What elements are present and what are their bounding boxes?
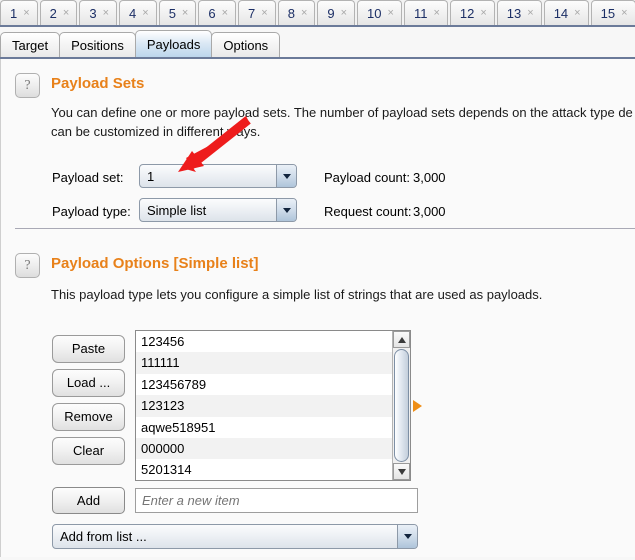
section-resize-marker-icon[interactable] <box>413 400 422 412</box>
attack-tab-label: 4 <box>129 7 136 20</box>
attack-tab-label: 14 <box>554 7 568 20</box>
close-icon[interactable]: × <box>574 8 580 19</box>
attack-tab-14[interactable]: 14 × <box>544 0 589 25</box>
attack-tab-8[interactable]: 8× <box>278 0 316 25</box>
payload-set-dropdown[interactable]: 1 <box>139 164 297 188</box>
attack-tab-11[interactable]: 11 × <box>404 0 448 25</box>
remove-button[interactable]: Remove <box>52 403 125 431</box>
tab-payloads[interactable]: Payloads <box>135 30 212 57</box>
payload-count-value: 3,000 <box>413 170 446 185</box>
close-icon[interactable]: × <box>341 8 347 19</box>
scrollbar-thumb[interactable] <box>394 349 409 462</box>
payloads-panel: ? Payload Sets You can define one or mor… <box>0 59 635 557</box>
attack-tab-5[interactable]: 5× <box>159 0 197 25</box>
attack-tab-9[interactable]: 9× <box>317 0 355 25</box>
attack-tab-label: 5 <box>169 7 176 20</box>
chevron-down-icon[interactable] <box>276 199 296 221</box>
attack-tab-4[interactable]: 4× <box>119 0 157 25</box>
payload-type-label: Payload type: <box>52 204 131 219</box>
add-from-list-dropdown[interactable]: Add from list ... <box>52 524 418 549</box>
tab-label: Options <box>223 38 268 53</box>
payload-set-label: Payload set: <box>52 170 124 185</box>
scroll-down-icon[interactable] <box>393 463 410 480</box>
close-icon[interactable]: × <box>261 8 267 19</box>
attack-tab-3[interactable]: 3× <box>79 0 117 25</box>
main-tab-bar[interactable]: Target Positions Payloads Options <box>0 29 635 59</box>
list-item[interactable]: 123123 <box>136 395 393 416</box>
attack-tab-10[interactable]: 10 × <box>357 0 402 25</box>
payload-type-dropdown[interactable]: Simple list <box>139 198 297 222</box>
tab-target[interactable]: Target <box>0 32 60 57</box>
chevron-down-icon[interactable] <box>397 525 417 548</box>
new-item-input[interactable] <box>135 488 418 513</box>
close-icon[interactable]: × <box>388 8 394 19</box>
scroll-up-icon[interactable] <box>393 331 410 348</box>
payload-type-value: Simple list <box>140 203 276 218</box>
request-count-label: Request count: <box>324 204 411 219</box>
attack-tab-7[interactable]: 7× <box>238 0 276 25</box>
list-item[interactable]: 123456789 <box>136 374 393 395</box>
close-icon[interactable]: × <box>527 8 533 19</box>
attack-tab-label: 8 <box>288 7 295 20</box>
close-icon[interactable]: × <box>142 8 148 19</box>
attack-tab-12[interactable]: 12 × <box>450 0 495 25</box>
add-button[interactable]: Add <box>52 487 125 514</box>
close-icon[interactable]: × <box>23 8 29 19</box>
payload-options-heading: Payload Options [Simple list] <box>51 255 259 272</box>
attack-tab-label: 3 <box>89 7 96 20</box>
close-icon[interactable]: × <box>301 8 307 19</box>
attack-tab-label: 11 <box>414 7 428 20</box>
close-icon[interactable]: × <box>103 8 109 19</box>
load-button[interactable]: Load ... <box>52 369 125 397</box>
tab-label: Target <box>12 38 48 53</box>
payload-set-value: 1 <box>140 169 276 184</box>
list-item[interactable]: 000000 <box>136 438 393 459</box>
payload-options-description: This payload type lets you configure a s… <box>51 285 635 304</box>
attack-tab-label: 10 <box>367 7 381 20</box>
attack-tab-label: 6 <box>208 7 215 20</box>
tab-positions[interactable]: Positions <box>59 32 136 57</box>
attack-tab-label: 7 <box>248 7 255 20</box>
clear-button[interactable]: Clear <box>52 437 125 465</box>
payload-count-label: Payload count: <box>324 170 410 185</box>
payload-sets-heading: Payload Sets <box>51 75 144 92</box>
attack-tab-15[interactable]: 15 × <box>591 0 635 25</box>
close-icon[interactable]: × <box>182 8 188 19</box>
attack-tab-label: 15 <box>601 7 615 20</box>
chevron-down-icon[interactable] <box>276 165 296 187</box>
tab-label: Positions <box>71 38 124 53</box>
attack-tab-label: 1 <box>10 7 17 20</box>
attack-tab-2[interactable]: 2× <box>40 0 78 25</box>
close-icon[interactable]: × <box>480 8 486 19</box>
add-from-list-value: Add from list ... <box>53 529 397 544</box>
attack-tab-13[interactable]: 13 × <box>497 0 542 25</box>
list-item[interactable]: 111111 <box>136 352 393 373</box>
list-item[interactable]: 123456 <box>136 331 393 352</box>
help-icon[interactable]: ? <box>15 253 40 278</box>
payload-list[interactable]: 123456111111123456789123123aqwe518951000… <box>135 330 411 481</box>
attack-tab-label: 13 <box>507 7 521 20</box>
request-count-value: 3,000 <box>413 204 446 219</box>
section-divider <box>15 228 635 229</box>
list-item[interactable]: aqwe518951 <box>136 417 393 438</box>
payload-list-scrollbar[interactable] <box>392 331 410 480</box>
help-icon[interactable]: ? <box>15 73 40 98</box>
attack-tab-1[interactable]: 1× <box>0 0 38 25</box>
attack-tab-label: 12 <box>460 7 474 20</box>
tab-options[interactable]: Options <box>211 32 280 57</box>
payload-sets-description: You can define one or more payload sets.… <box>51 103 635 141</box>
close-icon[interactable]: × <box>63 8 69 19</box>
paste-button[interactable]: Paste <box>52 335 125 363</box>
list-item[interactable]: 5201314 <box>136 459 393 480</box>
attack-tab-label: 2 <box>50 7 57 20</box>
tab-label: Payloads <box>147 37 200 52</box>
close-icon[interactable]: × <box>222 8 228 19</box>
close-icon[interactable]: × <box>433 8 439 19</box>
close-icon[interactable]: × <box>621 8 627 19</box>
attack-tab-label: 9 <box>327 7 334 20</box>
attack-tab-strip[interactable]: 1×2×3×4×5×6×7×8×9×10×11×12×13×14×15× <box>0 0 635 27</box>
attack-tab-6[interactable]: 6× <box>198 0 236 25</box>
